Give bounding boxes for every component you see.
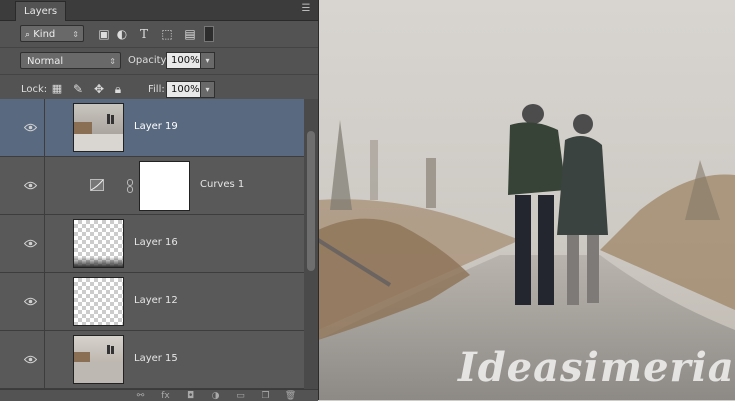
layer-row-layer-16[interactable]: Layer 16 <box>0 215 304 273</box>
eye-icon[interactable] <box>24 123 37 132</box>
photo-thumbnail-icon <box>74 345 123 383</box>
eye-icon[interactable] <box>24 181 37 190</box>
smart-object-filter-icon[interactable]: ▤ <box>182 26 198 42</box>
layer-row-layer-19[interactable]: Layer 19 <box>0 99 304 157</box>
visibility-column <box>0 99 45 156</box>
search-icon: ⌕ <box>25 30 31 40</box>
lock-position-icon[interactable]: ✥ <box>91 81 107 97</box>
tab-layers[interactable]: Layers <box>15 1 67 21</box>
layer-thumbnail <box>73 219 124 268</box>
lock-all-icon[interactable]: 🔒︎ <box>110 81 126 97</box>
dark-edge-shape <box>74 257 123 267</box>
photo-thumbnail-icon <box>74 114 123 151</box>
layer-row-layer-15[interactable]: Layer 15 <box>0 331 304 389</box>
layer-thumbnail <box>73 277 124 326</box>
layer-list: Layer 19 Curves 1 Layer 16 Layer 12 Laye… <box>0 99 304 389</box>
opacity-input[interactable]: 100% <box>166 52 201 69</box>
visibility-column <box>0 215 45 272</box>
watermark-text: Ideasimeria <box>458 344 735 391</box>
panel-footer: ⚯ fx ◘ ◑ ▭ ❐ 🗑︎ <box>0 389 318 401</box>
shape-filter-icon[interactable]: ⬚ <box>159 26 175 42</box>
type-filter-icon[interactable]: T <box>136 26 152 42</box>
layer-name[interactable]: Layer 19 <box>134 121 178 132</box>
eye-icon[interactable] <box>24 297 37 306</box>
fill-dropdown-button[interactable]: ▾ <box>200 81 215 98</box>
scrollbar-thumb[interactable] <box>307 131 315 271</box>
blend-mode-select[interactable]: Normal ⇕ <box>20 52 121 69</box>
fill-label: Fill: <box>148 84 165 95</box>
kind-filter-select[interactable]: ⌕ Kind ⇕ <box>20 25 84 42</box>
lock-image-icon[interactable]: ✎ <box>70 81 86 97</box>
layer-mask-thumbnail[interactable] <box>139 161 190 211</box>
fill-input[interactable]: 100% <box>166 81 201 98</box>
chevron-down-icon: ⇕ <box>109 57 116 66</box>
visibility-column <box>0 157 45 214</box>
curves-adjustment-icon <box>90 179 104 191</box>
layer-list-scrollbar[interactable] <box>304 99 318 389</box>
blend-mode-value: Normal <box>27 56 64 67</box>
filter-row: ⌕ Kind ⇕ ▣ ◐ T ⬚ ▤ <box>0 21 318 48</box>
layer-name[interactable]: Curves 1 <box>200 179 244 190</box>
eye-icon[interactable] <box>24 239 37 248</box>
opacity-dropdown-button[interactable]: ▾ <box>200 52 215 69</box>
layer-name[interactable]: Layer 16 <box>134 237 178 248</box>
opacity-label: Opacity: <box>128 55 170 66</box>
visibility-column <box>0 273 45 330</box>
filter-toggle-icon[interactable] <box>204 26 214 42</box>
layer-name[interactable]: Layer 15 <box>134 353 178 364</box>
eye-icon[interactable] <box>24 355 37 364</box>
chevron-down-icon: ⇕ <box>72 30 79 39</box>
pixel-filter-icon[interactable]: ▣ <box>96 26 112 42</box>
kind-label: Kind <box>33 29 56 40</box>
layer-thumbnail <box>73 335 124 384</box>
panel-menu-icon[interactable]: ☰ <box>300 4 312 14</box>
chain-link-icon[interactable] <box>126 179 134 193</box>
adjustment-filter-icon[interactable]: ◐ <box>114 26 130 42</box>
lock-transparent-icon[interactable]: ▦ <box>49 81 65 97</box>
layer-row-curves-1[interactable]: Curves 1 <box>0 157 304 215</box>
layer-row-layer-12[interactable]: Layer 12 <box>0 273 304 331</box>
blend-row: Normal ⇕ Opacity: 100% ▾ <box>0 48 318 75</box>
layer-thumbnail <box>73 103 124 152</box>
lock-label: Lock: <box>21 84 48 95</box>
visibility-column <box>0 331 45 388</box>
layer-name[interactable]: Layer 12 <box>134 295 178 306</box>
panel-tab-bar: Layers ☰ <box>0 0 318 21</box>
layers-panel: Layers ☰ ⌕ Kind ⇕ ▣ ◐ T ⬚ ▤ Normal ⇕ Opa… <box>0 0 319 401</box>
